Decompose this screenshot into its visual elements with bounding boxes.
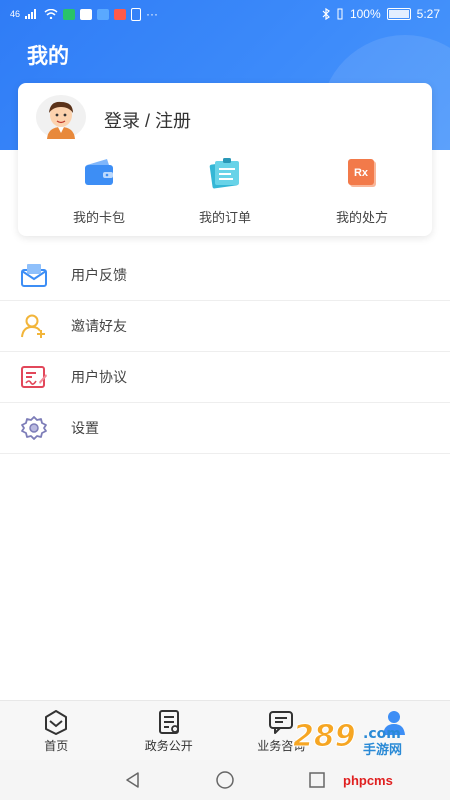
watermark-logo: 289 .com 手游网	[285, 718, 450, 759]
feedback-mail-icon	[21, 264, 47, 287]
svg-text:289: 289	[293, 719, 356, 754]
gear-icon	[21, 416, 47, 440]
svg-text:.com: .com	[363, 726, 401, 742]
status-left: 46 ···	[10, 7, 158, 21]
quick-action-label: 我的处方	[335, 210, 388, 225]
menu-item-label: 用户协议	[71, 369, 127, 385]
home-circle-icon[interactable]	[215, 770, 235, 790]
app-notification-icon	[63, 8, 76, 20]
battery-icon	[386, 8, 411, 20]
photo-notification-icon	[80, 8, 93, 20]
user-avatar-icon[interactable]	[36, 95, 86, 139]
menu-item-label: 设置	[71, 420, 99, 436]
menu-item-agreement[interactable]: 用户协议	[0, 352, 450, 403]
recents-square-icon[interactable]	[307, 770, 327, 790]
login-register-link[interactable]: 登录 / 注册	[104, 107, 191, 133]
watermark-289-logo-icon: 289 .com 手游网	[293, 719, 403, 759]
battery-percent: 100%	[349, 7, 381, 21]
tab-label: 首页	[44, 739, 69, 753]
home-icon	[45, 710, 68, 735]
prescription-rx-icon: Rx	[348, 159, 376, 187]
agreement-doc-icon	[21, 366, 47, 388]
status-right: 100% 5:27	[322, 7, 440, 21]
gov-doc-icon	[158, 710, 179, 734]
order-clipboard-icon	[209, 158, 239, 189]
quick-action-label: 我的卡包	[72, 210, 125, 225]
tab-label: 政务公开	[144, 739, 193, 753]
invite-friend-icon	[21, 314, 45, 338]
back-triangle-icon[interactable]	[123, 770, 143, 790]
menu-item-feedback[interactable]: 用户反馈	[0, 250, 450, 301]
signal-icon	[25, 9, 37, 19]
profile-card: 登录 / 注册 我的卡包 我的订单 Rx 我的处方	[18, 83, 432, 236]
svg-text:Rx: Rx	[354, 167, 369, 179]
menu-item-label: 用户反馈	[71, 267, 127, 283]
network-indicator: 46	[10, 9, 21, 19]
bluetooth-icon	[322, 8, 330, 20]
quick-action-orders[interactable]: 我的订单	[170, 153, 280, 226]
clock: 5:27	[416, 7, 440, 21]
status-bar: 46 ··· 100% 5:27	[0, 0, 450, 28]
more-notifications: ···	[146, 7, 159, 21]
video-notification-icon	[114, 8, 127, 20]
cloud-notification-icon	[97, 8, 110, 20]
quick-action-label: 我的订单	[198, 210, 251, 225]
menu-item-invite[interactable]: 邀请好友	[0, 301, 450, 352]
quick-action-prescriptions[interactable]: Rx 我的处方	[307, 153, 417, 226]
page-title: 我的	[27, 45, 69, 68]
quick-action-wallet[interactable]: 我的卡包	[44, 153, 154, 226]
tab-gov-affairs[interactable]: 政务公开	[113, 701, 226, 761]
svg-text:手游网: 手游网	[363, 742, 402, 758]
menu-item-settings[interactable]: 设置	[0, 403, 450, 454]
menu-list: 用户反馈 邀请好友 用户协议 设置	[0, 250, 450, 454]
file-notification-icon	[131, 7, 142, 21]
tab-home[interactable]: 首页	[0, 701, 113, 761]
vibrate-icon	[337, 8, 343, 20]
wallet-icon	[85, 159, 113, 185]
wifi-icon	[44, 9, 58, 19]
menu-item-label: 邀请好友	[71, 318, 127, 334]
watermark-site-text: phpcms	[343, 773, 393, 788]
